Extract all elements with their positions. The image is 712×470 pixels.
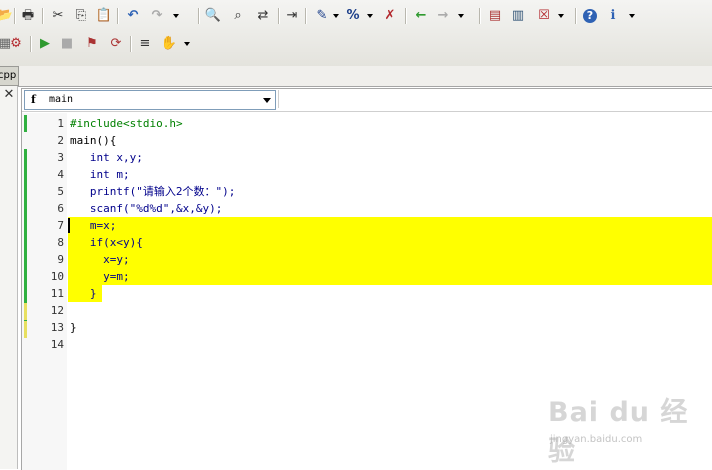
- code-line: scanf("%d%d",&x,&y);: [70, 202, 223, 215]
- close-pane-icon[interactable]: ✕: [2, 88, 16, 102]
- line-number: 4: [57, 168, 64, 181]
- clear-bookmark-icon[interactable]: ✗: [381, 7, 399, 25]
- hand-dropdown-icon[interactable]: [184, 42, 190, 46]
- code-line: x=y;: [70, 253, 130, 266]
- about-dropdown-icon[interactable]: [629, 14, 635, 18]
- open-icon[interactable]: 📂: [0, 7, 14, 25]
- bookmark-icon[interactable]: ✎: [313, 7, 331, 25]
- line-number: 8: [57, 236, 64, 249]
- member-selector[interactable]: [278, 90, 711, 108]
- line-number: 13: [50, 321, 64, 334]
- debug-icon[interactable]: ⚑: [83, 35, 101, 53]
- code-line: y=m;: [70, 270, 130, 283]
- compile-toolbar: ▦ ⚙ ▶ ■ ⚑ ⟳ ≡ ✋: [0, 33, 712, 57]
- code-line: int m;: [70, 168, 130, 181]
- code-line: m=x;: [70, 219, 117, 232]
- goto-line-icon[interactable]: ⇥: [283, 7, 301, 25]
- line-number: 10: [50, 270, 64, 283]
- main-toolbar: 📂 🖶 ✂ ⎘ 📋 ↶ ↷ 🔍 ⌕ ⇄ ⇥ ✎ % ✗ ← → ▤ ▥ ☒ ? …: [0, 5, 712, 29]
- line-number: 5: [57, 185, 64, 198]
- toolbar-separator: [479, 8, 481, 24]
- about-icon[interactable]: ℹ: [604, 7, 622, 25]
- forward-dropdown-icon[interactable]: [458, 14, 464, 18]
- toggle-bookmark-dropdown-icon[interactable]: [367, 14, 373, 18]
- redo-dropdown-icon[interactable]: [173, 14, 179, 18]
- line-number-gutter: 1 2 3 4 5 6 7 8 9 10 11 12 13 14: [22, 113, 67, 470]
- line-number: 3: [57, 151, 64, 164]
- stop-icon[interactable]: ■: [58, 35, 76, 53]
- undo-icon[interactable]: ↶: [124, 7, 142, 25]
- toolbar-separator: [198, 8, 200, 24]
- code-line: }: [70, 287, 97, 300]
- find-next-icon[interactable]: ⌕: [229, 7, 247, 25]
- find-icon[interactable]: 🔍: [204, 7, 222, 25]
- toolbar-separator: [278, 8, 280, 24]
- redo-icon[interactable]: ↷: [148, 7, 166, 25]
- toolbar-separator: [117, 8, 119, 24]
- toolbar-separator: [42, 8, 44, 24]
- bookmark-dropdown-icon[interactable]: [333, 14, 339, 18]
- code-line: if(x<y){: [70, 236, 143, 249]
- chevron-down-icon[interactable]: [263, 98, 271, 103]
- toolbar-separator: [405, 8, 407, 24]
- code-line: }: [70, 321, 77, 334]
- project-tab[interactable]: cpp: [0, 66, 19, 86]
- report-icon[interactable]: ≡: [136, 35, 154, 53]
- function-selector[interactable]: f main: [24, 90, 276, 110]
- project-tab-label: cpp: [0, 70, 17, 81]
- code-line: main(){: [70, 134, 117, 147]
- print-icon[interactable]: 🖶: [19, 7, 37, 25]
- run-icon[interactable]: ▶: [36, 35, 54, 53]
- function-selector-value: main: [49, 94, 74, 105]
- hand-icon[interactable]: ✋: [160, 35, 178, 53]
- toolbar-separator: [30, 36, 32, 52]
- line-number: 9: [57, 253, 64, 266]
- project-pane: ✕: [0, 86, 18, 469]
- watermark-logo: Bai du 经验: [548, 397, 689, 467]
- line-number: 11: [50, 287, 64, 300]
- line-number: 1: [57, 117, 64, 130]
- line-number: 2: [57, 134, 64, 147]
- function-bar: f main: [22, 89, 712, 112]
- open-project-icon[interactable]: ▥: [509, 7, 527, 25]
- selection-highlight: [68, 217, 712, 285]
- rebuild-icon[interactable]: ⟳: [107, 35, 125, 53]
- new-project-icon[interactable]: ▤: [486, 7, 504, 25]
- forward-icon[interactable]: →: [434, 7, 452, 25]
- code-line: printf("请输入2个数：");: [70, 185, 236, 198]
- code-line: int x,y;: [70, 151, 143, 164]
- close-project-icon[interactable]: ☒: [535, 7, 553, 25]
- function-icon: f: [31, 93, 36, 106]
- line-number: 14: [50, 338, 64, 351]
- line-number: 12: [50, 304, 64, 317]
- compile-run-icon[interactable]: ⚙: [7, 35, 25, 53]
- paste-icon[interactable]: 📋: [95, 7, 113, 25]
- toggle-bookmark-icon[interactable]: %: [344, 7, 362, 25]
- cut-icon[interactable]: ✂: [49, 7, 67, 25]
- line-number: 7: [57, 219, 64, 232]
- project-tab-strip: cpp: [0, 66, 712, 87]
- back-icon[interactable]: ←: [412, 7, 430, 25]
- line-number: 6: [57, 202, 64, 215]
- watermark-url: jingyan.baidu.com: [550, 434, 643, 445]
- copy-icon[interactable]: ⎘: [72, 7, 90, 25]
- toolbar-separator: [14, 8, 16, 24]
- close-project-dropdown-icon[interactable]: [558, 14, 564, 18]
- replace-icon[interactable]: ⇄: [254, 7, 272, 25]
- toolbar-area: 📂 🖶 ✂ ⎘ 📋 ↶ ↷ 🔍 ⌕ ⇄ ⇥ ✎ % ✗ ← → ▤ ▥ ☒ ? …: [0, 0, 712, 66]
- toolbar-separator: [575, 8, 577, 24]
- help-icon[interactable]: ?: [583, 9, 597, 23]
- code-line: #include<stdio.h>: [70, 117, 183, 130]
- toolbar-separator: [305, 8, 307, 24]
- watermark: Bai du 经验 jingyan.baidu.com: [548, 390, 698, 467]
- toolbar-separator: [130, 36, 132, 52]
